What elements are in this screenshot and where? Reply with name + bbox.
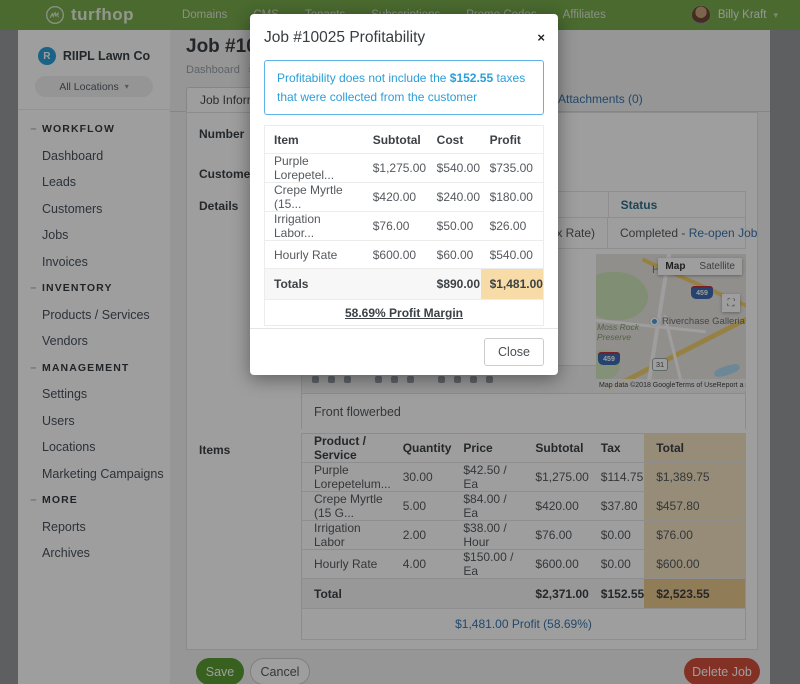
table-row: Purple Lorepetel...$1,275.00 $540.00$735… <box>265 154 544 183</box>
modal-footer: Close <box>250 328 558 375</box>
table-row: Crepe Myrtle (15...$420.00 $240.00$180.0… <box>265 183 544 212</box>
col-profit: Profit <box>481 126 544 154</box>
close-icon[interactable]: × <box>537 31 545 44</box>
profit-totals-row: Totals $890.00 $1,481.00 <box>265 269 544 300</box>
profitability-modal: Job #10025 Profitability × Profitability… <box>250 14 558 375</box>
modal-title: Job #10025 Profitability <box>250 14 558 51</box>
profit-header-row: Item Subtotal Cost Profit <box>265 126 544 154</box>
alert-tax-amount: $152.55 <box>450 71 493 85</box>
profit-margin-row: 58.69% Profit Margin <box>265 300 544 326</box>
profitability-table: Item Subtotal Cost Profit Purple Lorepet… <box>264 125 544 326</box>
totals-profit: $1,481.00 <box>481 269 544 300</box>
close-button[interactable]: Close <box>484 338 544 366</box>
profitability-alert: Profitability does not include the $152.… <box>264 60 544 115</box>
table-row: Hourly Rate$600.00 $60.00$540.00 <box>265 241 544 269</box>
col-subtotal: Subtotal <box>364 126 428 154</box>
col-cost: Cost <box>428 126 481 154</box>
totals-cost: $890.00 <box>428 269 481 300</box>
totals-label: Totals <box>265 269 364 300</box>
profit-margin-link[interactable]: 58.69% Profit Margin <box>345 306 463 320</box>
col-item: Item <box>265 126 364 154</box>
app: turfhop Domains CMS Tenants Subscription… <box>0 0 800 684</box>
table-row: Irrigation Labor...$76.00 $50.00$26.00 <box>265 212 544 241</box>
